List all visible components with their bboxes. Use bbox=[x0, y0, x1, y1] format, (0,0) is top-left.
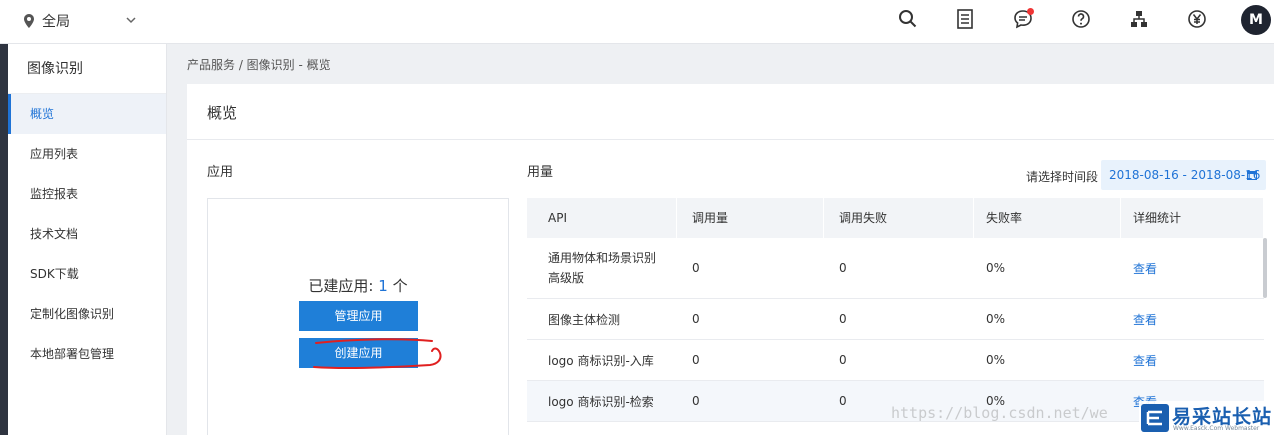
sidebar-item-local-deploy[interactable]: 本地部署包管理 bbox=[8, 334, 166, 374]
watermark-site-sub: Www.Easck.Com Webmaster bbox=[1173, 425, 1260, 432]
view-details-link[interactable]: 查看 bbox=[1133, 260, 1157, 277]
create-app-button[interactable]: 创建应用 bbox=[299, 338, 418, 368]
fail-rate-cell: 0% bbox=[986, 312, 1006, 326]
usage-table: API 调用量 调用失败 失败率 详细统计 通用物体和场景识别高级版 0 0 0… bbox=[527, 198, 1264, 422]
api-name-cell: 图像主体检测 bbox=[548, 312, 621, 327]
built-apps-suffix: 个 bbox=[387, 277, 408, 295]
page-title: 概览 bbox=[207, 104, 238, 122]
overview-panel: 概览 应用 已建应用: 1 个 管理应用 创建应用 用量 请选择时间段 2018… bbox=[187, 84, 1274, 435]
column-header-details: 详细统计 bbox=[1121, 198, 1264, 238]
details-cell: 查看 bbox=[1121, 340, 1264, 380]
yuan-icon[interactable] bbox=[1186, 8, 1208, 30]
help-icon[interactable] bbox=[1070, 8, 1092, 30]
breadcrumb: 产品服务 / 图像识别 - 概览 bbox=[187, 58, 331, 72]
table-header: API 调用量 调用失败 失败率 详细统计 bbox=[527, 198, 1264, 238]
api-name-cell: logo 商标识别-检索 bbox=[548, 394, 654, 409]
view-details-link[interactable]: 查看 bbox=[1133, 352, 1157, 369]
region-label: 全局 bbox=[42, 14, 70, 30]
watermark-url: https://blog.csdn.net/we bbox=[891, 404, 1108, 422]
sidebar-item-monitor-report[interactable]: 监控报表 bbox=[8, 174, 166, 214]
details-cell: 查看 bbox=[1121, 299, 1264, 339]
left-edge-strip bbox=[0, 44, 8, 435]
top-bar: 全局 M bbox=[0, 0, 1274, 44]
failed-cell: 0 bbox=[839, 261, 847, 275]
document-list-icon[interactable] bbox=[954, 8, 976, 30]
calls-cell: 0 bbox=[692, 394, 700, 408]
view-details-link[interactable]: 查看 bbox=[1133, 311, 1157, 328]
sidebar: 图像识别 概览 应用列表 监控报表 技术文档 SDK下载 定制化图像识别 本地部… bbox=[8, 44, 167, 435]
notification-badge bbox=[1027, 8, 1034, 15]
date-range-picker[interactable]: 2018-08-16 - 2018-08-16 bbox=[1101, 160, 1266, 190]
built-apps-prefix: 已建应用: bbox=[308, 277, 379, 295]
sidebar-title: 图像识别 bbox=[8, 44, 166, 94]
watermark-logo: 易采站长站 Www.Easck.Com Webmaster bbox=[1139, 401, 1274, 435]
failed-cell: 0 bbox=[839, 353, 847, 367]
date-range-label: 请选择时间段 bbox=[1026, 170, 1099, 184]
sidebar-item-overview[interactable]: 概览 bbox=[8, 94, 166, 134]
fail-rate-cell: 0% bbox=[986, 353, 1006, 367]
message-icon[interactable] bbox=[1012, 8, 1034, 30]
column-header-api: API bbox=[527, 198, 677, 238]
calls-cell: 0 bbox=[692, 261, 700, 275]
site-logo-icon bbox=[1141, 404, 1169, 432]
calls-cell: 0 bbox=[692, 312, 700, 326]
org-structure-icon[interactable] bbox=[1128, 8, 1150, 30]
region-selector[interactable]: 全局 bbox=[24, 11, 136, 31]
user-avatar[interactable]: M bbox=[1241, 5, 1271, 35]
sidebar-item-tech-docs[interactable]: 技术文档 bbox=[8, 214, 166, 254]
details-cell: 查看 bbox=[1121, 238, 1264, 298]
usage-section-title: 用量 bbox=[527, 165, 554, 180]
api-name-cell: logo 商标识别-入库 bbox=[548, 353, 654, 368]
sidebar-item-app-list[interactable]: 应用列表 bbox=[8, 134, 166, 174]
app-card: 已建应用: 1 个 管理应用 创建应用 bbox=[207, 198, 509, 435]
table-row: logo 商标识别-入库 0 0 0% 查看 bbox=[527, 340, 1264, 381]
column-header-failed: 调用失败 bbox=[824, 198, 974, 238]
column-header-fail-rate: 失败率 bbox=[974, 198, 1121, 238]
search-icon[interactable] bbox=[897, 8, 919, 30]
chevron-down-icon[interactable] bbox=[126, 16, 136, 24]
location-pin-icon bbox=[24, 14, 34, 28]
built-apps-summary: 已建应用: 1 个 bbox=[208, 275, 508, 296]
sidebar-item-custom-recognition[interactable]: 定制化图像识别 bbox=[8, 294, 166, 334]
app-section-title: 应用 bbox=[207, 165, 234, 180]
divider bbox=[187, 139, 1274, 140]
failed-cell: 0 bbox=[839, 312, 847, 326]
manage-apps-button[interactable]: 管理应用 bbox=[299, 301, 418, 331]
column-header-calls: 调用量 bbox=[677, 198, 824, 238]
calendar-icon bbox=[1247, 171, 1257, 180]
api-name-cell: 通用物体和场景识别高级版 bbox=[548, 251, 657, 285]
fail-rate-cell: 0% bbox=[986, 261, 1006, 275]
table-scrollbar[interactable] bbox=[1263, 238, 1267, 298]
table-row: 通用物体和场景识别高级版 0 0 0% 查看 bbox=[527, 238, 1264, 299]
built-apps-count: 1 bbox=[378, 277, 388, 295]
table-row: 图像主体检测 0 0 0% 查看 bbox=[527, 299, 1264, 340]
sidebar-item-sdk-download[interactable]: SDK下载 bbox=[8, 254, 166, 294]
calls-cell: 0 bbox=[692, 353, 700, 367]
date-range-value: 2018-08-16 - 2018-08-16 bbox=[1109, 168, 1261, 182]
